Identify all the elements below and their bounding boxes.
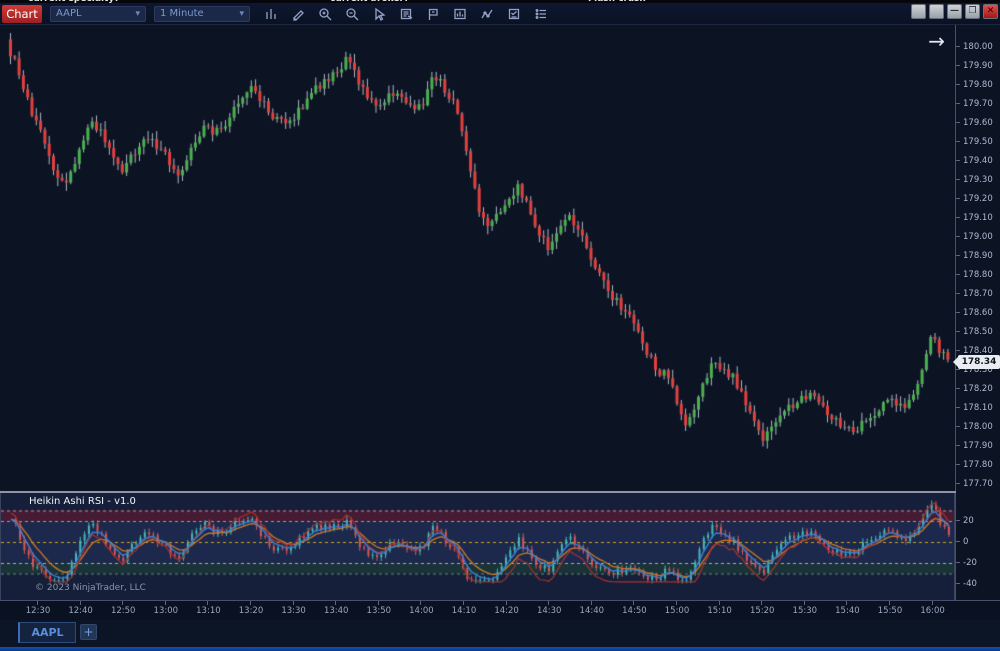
zoom-in-icon[interactable] [316,5,334,23]
notes-icon[interactable] [397,5,415,23]
time-tick-label: 13:20 [231,606,271,616]
minimize-button[interactable]: — [947,4,962,19]
oscillator-tick-label: -20 [956,558,1000,568]
price-tick-label: 179.00 [956,232,1000,242]
price-tick-label: 178.10 [956,403,1000,413]
time-tick-label: 12:30 [18,606,58,616]
time-tick-label: 13:30 [274,606,314,616]
indicator-panel[interactable]: Heikin Ashi RSI - v1.0 © 2023 NinjaTrade… [0,493,955,600]
price-tick-label: 178.00 [956,422,1000,432]
oscillator-tick-label: -40 [956,579,1000,589]
candlestick-canvas[interactable] [0,25,955,492]
time-tick-label: 14:50 [614,606,654,616]
time-tick-label: 13:50 [359,606,399,616]
time-tick-label: 12:50 [103,606,143,616]
chart-window-icon[interactable] [451,5,469,23]
bar-chart-icon[interactable] [262,5,280,23]
maximize-button[interactable]: ❐ [965,4,980,19]
bottom-tab-bar: AAPL + [0,620,1000,647]
price-chart-panel[interactable]: → [0,25,955,492]
chart-toolbar: Chart AAPL ▾ 1 Minute ▾ [0,3,1000,25]
toolbar-icon-group [262,5,550,23]
time-tick-label: 14:10 [444,606,484,616]
price-tick-label: 180.00 [956,42,1000,52]
pencil-icon[interactable] [289,5,307,23]
price-tick-label: 179.80 [956,80,1000,90]
time-tick-label: 15:40 [827,606,867,616]
time-tick-label: 15:50 [870,606,910,616]
interval-dropdown[interactable]: 1 Minute ▾ [154,6,250,22]
add-tab-button[interactable]: + [80,624,97,640]
time-tick-label: 12:40 [61,606,101,616]
price-tick-label: 177.70 [956,479,1000,489]
time-tick-label: 13:00 [146,606,186,616]
flag-icon[interactable] [424,5,442,23]
time-tick-label: 14:00 [401,606,441,616]
price-tick-label: 179.50 [956,137,1000,147]
extra-button-1[interactable] [911,4,926,19]
oscillator-tick-label: 0 [956,537,1000,547]
overlay-text-fragment: current broker? [330,0,409,3]
cursor-icon[interactable] [370,5,388,23]
time-axis[interactable]: 12:3012:4012:5013:0013:1013:2013:3013:40… [0,600,1000,620]
time-tick-label: 15:10 [700,606,740,616]
ninjatrader-chart-window: current specialty? current broker? Flash c… [0,0,1000,651]
price-tick-label: 178.80 [956,270,1000,280]
time-tick-label: 14:30 [529,606,569,616]
price-tick-label: 179.40 [956,156,1000,166]
window-bottom-border [0,647,1000,651]
time-tick-label: 15:20 [742,606,782,616]
price-tick-label: 179.70 [956,99,1000,109]
price-tick-label: 177.80 [956,460,1000,470]
extra-button-2[interactable] [929,4,944,19]
overlay-text-fragment: current specialty? [28,0,119,3]
chevron-down-icon: ▾ [135,9,140,19]
indicator-title: Heikin Ashi RSI - v1.0 [29,496,136,507]
indicator-copyright: © 2023 NinjaTrader, LLC [35,583,146,593]
zigzag-icon[interactable] [478,5,496,23]
instrument-dropdown[interactable]: AAPL ▾ [50,6,146,22]
price-tick-label: 179.10 [956,213,1000,223]
zoom-out-icon[interactable] [343,5,361,23]
price-tick-label: 179.90 [956,61,1000,71]
scroll-to-latest-arrow-icon[interactable]: → [928,31,945,51]
window-controls: —❐✕ [911,4,998,19]
close-button[interactable]: ✕ [983,4,998,19]
time-tick-label: 13:10 [188,606,228,616]
time-tick-label: 15:30 [785,606,825,616]
time-tick-label: 13:40 [316,606,356,616]
time-tick-label: 15:00 [657,606,697,616]
time-tick-label: 14:40 [572,606,612,616]
overlay-text-fragment: Flash crash [588,0,646,3]
instrument-value: AAPL [56,8,135,19]
chevron-down-icon: ▾ [239,9,244,19]
time-tick-label: 14:20 [487,606,527,616]
chart-tab[interactable]: Chart [2,5,42,23]
price-tick-label: 179.60 [956,118,1000,128]
price-tick-label: 178.70 [956,289,1000,299]
price-tick-label: 178.50 [956,327,1000,337]
price-axis[interactable]: 178.34 180.00 179.90 179.80 179.70 179.60 179… [955,25,1000,600]
checkbox-grid-icon[interactable] [505,5,523,23]
price-tick-label: 178.90 [956,251,1000,261]
price-tick-label: 178.60 [956,308,1000,318]
video-overlay-strip: current specialty? current broker? Flash c… [0,0,1000,3]
last-price-marker: 178.34 [958,355,1000,369]
time-tick-label: 16:00 [913,606,953,616]
oscillator-tick-label: 20 [956,516,1000,526]
interval-value: 1 Minute [160,8,239,19]
price-tick-label: 178.20 [956,384,1000,394]
list-icon[interactable] [532,5,550,23]
price-tick-label: 177.90 [956,441,1000,451]
price-tick-label: 179.20 [956,194,1000,204]
price-tick-label: 179.30 [956,175,1000,185]
symbol-tab-aapl[interactable]: AAPL [18,622,76,643]
